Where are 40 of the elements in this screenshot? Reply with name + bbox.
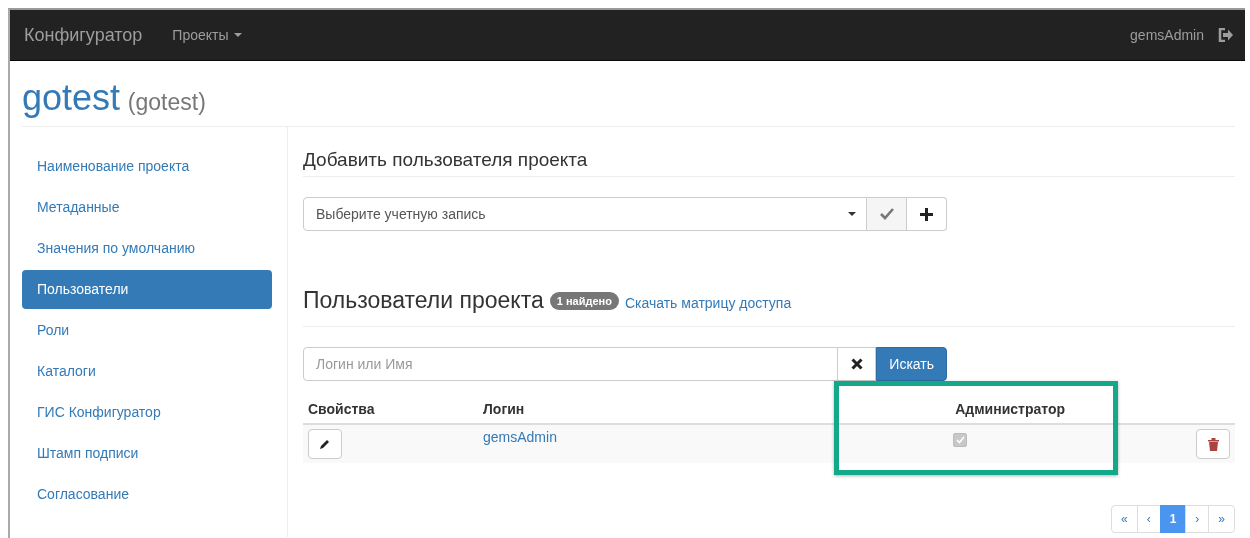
delete-button[interactable] (1196, 429, 1230, 459)
clear-button[interactable] (838, 347, 877, 381)
account-select[interactable]: Выберите учетную запись (303, 197, 867, 231)
pencil-icon (319, 438, 331, 450)
login-link[interactable]: gemsAdmin (483, 429, 557, 445)
sidebar-item[interactable]: Согласование (22, 475, 272, 514)
search-field[interactable]: Логин или Имя (303, 347, 839, 381)
sidebar-item[interactable]: Наименование проекта (22, 147, 272, 186)
search-button[interactable]: Искать (876, 347, 947, 381)
trash-icon (1207, 437, 1219, 451)
sidebar-item[interactable]: Штамп подписи (22, 434, 272, 473)
brand-link[interactable]: Конфигуратор (24, 24, 143, 46)
page-button[interactable]: ‹ (1136, 505, 1161, 533)
count-badge: 1 найдено (549, 292, 619, 310)
confirm-button[interactable] (867, 197, 907, 231)
page-button[interactable]: » (1208, 505, 1235, 533)
caret-icon (848, 211, 856, 217)
download-link[interactable]: Скачать матрицу доступа (624, 295, 792, 311)
section-heading: Пользователи проекта (303, 287, 544, 314)
sidebar-item[interactable]: ГИС Конфигуратор (22, 393, 272, 432)
sidebar-item[interactable]: Пользователи (22, 270, 272, 309)
check-icon (879, 208, 894, 220)
user-name[interactable]: gemsAdmin (1130, 27, 1204, 43)
section-heading: Добавить пользователя проекта (303, 149, 1235, 177)
project-title: gotest (22, 77, 121, 118)
project-code: (gotest) (127, 89, 206, 115)
page-button[interactable]: « (1110, 505, 1138, 533)
close-icon (850, 358, 863, 370)
sidebar-item[interactable]: Каталоги (22, 352, 272, 391)
logout-icon[interactable] (1218, 28, 1233, 42)
page-button[interactable]: › (1185, 505, 1210, 533)
sidebar-item[interactable]: Роли (22, 311, 272, 350)
sidebar-item[interactable]: Значения по умолчанию (22, 229, 272, 268)
plus-icon (920, 207, 933, 221)
sidebar-item[interactable]: Метаданные (22, 188, 272, 227)
caret-icon (233, 32, 242, 38)
edit-button[interactable] (308, 429, 342, 459)
admin-checkbox[interactable] (953, 433, 967, 447)
add-button[interactable] (907, 197, 947, 231)
projects-menu[interactable]: Проекты (172, 27, 242, 43)
